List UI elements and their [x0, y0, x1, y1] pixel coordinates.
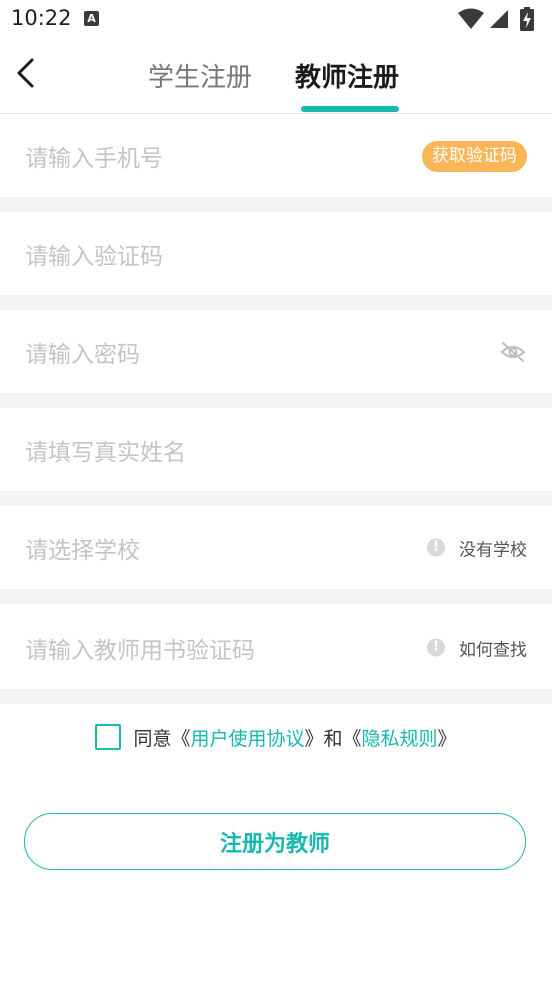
book-code-input[interactable]: 请输入教师用书验证码: [25, 631, 255, 665]
no-school-link[interactable]: ! 没有学校: [427, 535, 527, 560]
real-name-input[interactable]: 请填写真实姓名: [25, 433, 186, 467]
privacy-rules-link[interactable]: 隐私规则: [362, 728, 438, 750]
get-code-button[interactable]: 获取验证码: [422, 141, 527, 172]
notification-icon: A: [84, 11, 99, 26]
wifi-icon: [458, 8, 484, 29]
exclamation-circle-icon: !: [427, 638, 445, 657]
battery-charging-icon: [520, 7, 534, 31]
active-tab-indicator: [301, 106, 399, 112]
school-select[interactable]: 请选择学校: [25, 531, 140, 565]
password-input[interactable]: 请输入密码: [25, 335, 140, 369]
user-agreement-link[interactable]: 用户使用协议: [190, 728, 304, 750]
exclamation-circle-icon: !: [427, 538, 445, 557]
real-name-field[interactable]: 请填写真实姓名: [0, 408, 552, 491]
divider: [0, 589, 552, 604]
register-screen: 10:22 A 学生注册 教师注册 请输入手机号 获取验证码 请输入验证码 请输…: [0, 0, 552, 983]
tab-teacher-register[interactable]: 教师注册: [295, 57, 399, 94]
divider: [0, 393, 552, 408]
status-bar: 10:22 A: [0, 0, 552, 38]
verify-code-field[interactable]: 请输入验证码: [0, 212, 552, 295]
chevron-left-icon: [17, 58, 34, 88]
password-field[interactable]: 请输入密码: [0, 310, 552, 393]
divider: [0, 295, 552, 310]
divider: [0, 491, 552, 506]
how-to-find-label: 如何查找: [459, 640, 527, 660]
how-to-find-link[interactable]: ! 如何查找: [427, 635, 527, 660]
status-time: 10:22: [11, 6, 72, 30]
eye-off-icon: [500, 341, 526, 362]
verify-code-input[interactable]: 请输入验证码: [25, 237, 163, 271]
register-as-teacher-button[interactable]: 注册为教师: [24, 813, 526, 870]
bracket-open: 《: [342, 727, 362, 750]
tab-student-register[interactable]: 学生注册: [148, 57, 252, 94]
agreement-row: 同意《用户使用协议》和《隐私规则》: [0, 720, 552, 754]
divider: [0, 689, 552, 704]
back-button[interactable]: [10, 52, 46, 92]
bracket-close: 》: [437, 727, 457, 750]
toggle-password-visibility-button[interactable]: [500, 341, 526, 363]
status-icons: [458, 7, 540, 31]
phone-input[interactable]: 请输入手机号: [25, 139, 163, 173]
cellular-signal-icon: [490, 10, 508, 28]
header: 学生注册 教师注册: [0, 38, 552, 114]
agree-prefix: 同意: [133, 727, 172, 750]
agreement-checkbox[interactable]: [95, 724, 122, 750]
bracket-close: 》: [304, 727, 324, 750]
school-field[interactable]: 请选择学校 ! 没有学校: [0, 506, 552, 589]
book-code-field[interactable]: 请输入教师用书验证码 ! 如何查找: [0, 606, 552, 689]
bracket-open: 《: [171, 727, 191, 750]
agree-conjunction: 和: [323, 727, 343, 750]
no-school-label: 没有学校: [459, 540, 527, 560]
phone-field[interactable]: 请输入手机号 获取验证码: [0, 114, 552, 197]
agreement-text: 同意《用户使用协议》和《隐私规则》: [133, 724, 456, 751]
divider: [0, 197, 552, 212]
